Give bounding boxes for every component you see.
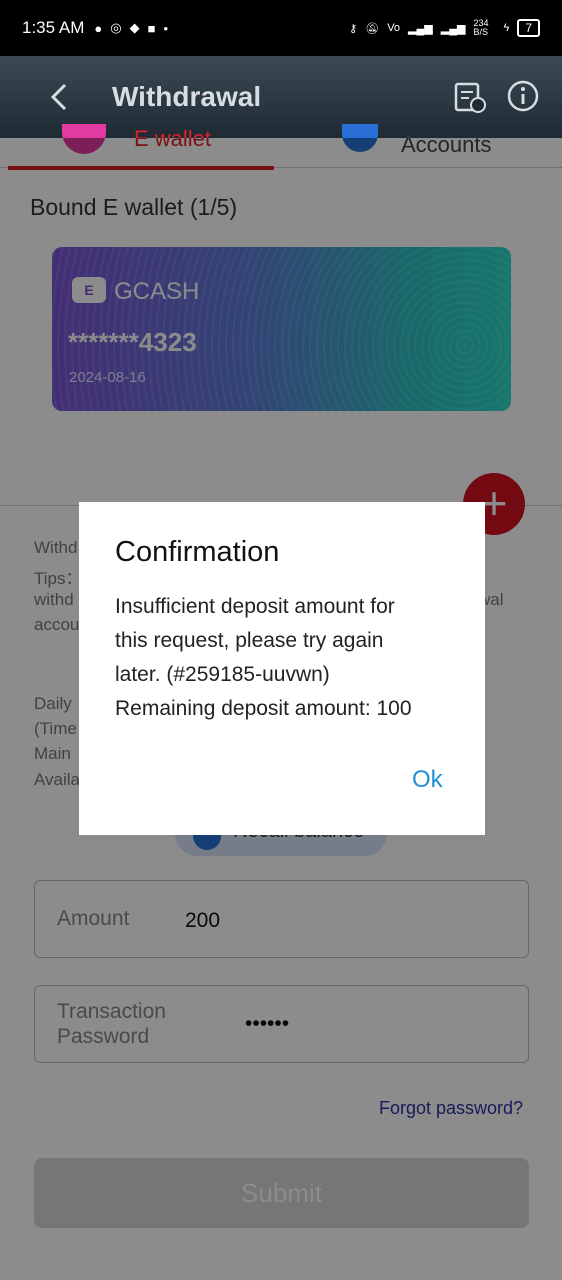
dialog-line: Remaining deposit amount: 100 xyxy=(115,697,412,720)
mute-icon: 🔕︎ xyxy=(365,22,380,35)
instagram-icon: ◎ xyxy=(110,20,122,35)
ok-button[interactable]: Ok xyxy=(412,766,443,794)
dialog-line: later. (#259185-uuvwn) xyxy=(115,663,330,686)
page-title: Withdrawal xyxy=(112,81,262,112)
dialog-title: Confirmation xyxy=(115,536,280,568)
chevron-left-icon xyxy=(50,83,67,111)
signal2-icon: ▂▄▆ xyxy=(440,22,466,35)
battery-icon: 7 xyxy=(517,19,540,37)
charging-icon: ϟ xyxy=(503,22,510,34)
dialog-line: Insufficient deposit amount for xyxy=(115,595,395,618)
volte-icon: Vo xyxy=(387,22,401,34)
app-icon: ■ xyxy=(147,20,156,36)
info-icon[interactable] xyxy=(506,79,542,115)
data-speed: 234 B/S xyxy=(473,18,489,37)
dot-icon: • xyxy=(163,20,168,36)
back-button[interactable] xyxy=(44,82,74,112)
key-icon: ⚷ xyxy=(349,22,358,35)
status-time: 1:35 AM xyxy=(22,18,85,37)
history-icon[interactable] xyxy=(452,79,488,115)
signal-icon: ▂▄▆ xyxy=(408,22,433,35)
dialog-message: Insufficient deposit amount for this req… xyxy=(115,590,465,726)
game-icon: ◆ xyxy=(129,20,140,35)
dialog-line: this request, please try again xyxy=(115,629,384,652)
confirmation-dialog: Confirmation Insufficient deposit amount… xyxy=(79,502,485,835)
status-bar: 1:35 AM ● ◎ ◆ ■ • ⚷ 🔕︎ Vo ▂▄▆ ▂▄▆ 234 B/… xyxy=(0,0,562,56)
messenger-icon: ● xyxy=(94,20,103,36)
